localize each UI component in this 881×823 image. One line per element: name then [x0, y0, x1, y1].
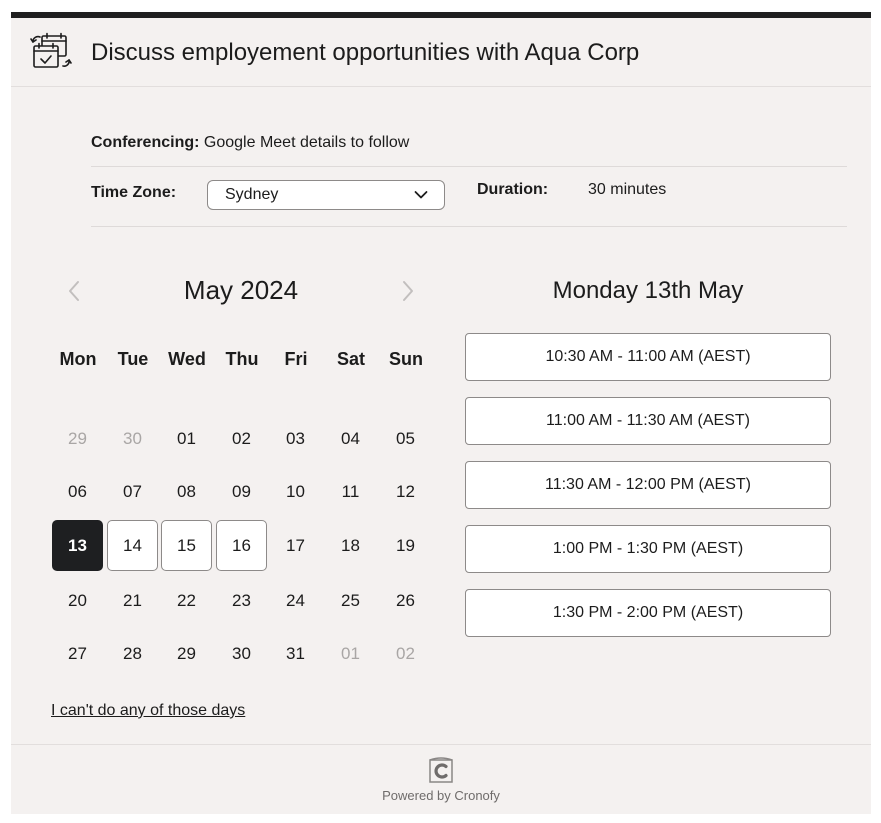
calendar-day: 22 — [177, 591, 196, 610]
calendar-day: 08 — [177, 482, 196, 501]
time-slot-button[interactable]: 10:30 AM - 11:00 AM (AEST) — [465, 333, 831, 381]
time-slot-button[interactable]: 1:00 PM - 1:30 PM (AEST) — [465, 525, 831, 573]
calendar-day-selected[interactable]: 13 — [52, 520, 103, 571]
calendar-day: 31 — [286, 644, 305, 663]
timezone-label: Time Zone: — [91, 184, 177, 201]
calendar-day: 30 — [232, 644, 251, 663]
calendar-day: 26 — [396, 591, 415, 610]
time-slot-button[interactable]: 11:00 AM - 11:30 AM (AEST) — [465, 397, 831, 445]
booking-card: Discuss employement opportunities with A… — [11, 12, 871, 814]
timezone-value: Sydney — [225, 186, 279, 203]
chevron-down-icon — [414, 191, 428, 199]
calendar-day: 24 — [286, 591, 305, 610]
calendar-day: 11 — [341, 482, 360, 501]
event-details: Conferencing: Google Meet details to fol… — [91, 121, 847, 227]
calendar-day: 20 — [68, 591, 87, 610]
calendar-day: 02 — [396, 644, 415, 663]
calendar-day: 23 — [232, 591, 251, 610]
weekday-header: Sat — [336, 349, 365, 369]
calendar-day[interactable]: 16 — [216, 520, 267, 571]
calendar-day: 05 — [396, 429, 415, 448]
calendar-reschedule-icon — [30, 32, 72, 68]
weekday-header: Thu — [225, 349, 259, 369]
weekday-header: Mon — [59, 349, 97, 369]
selected-day-title: Monday 13th May — [552, 277, 744, 304]
conferencing-value: Google Meet details to follow — [203, 134, 410, 151]
calendar-day: 17 — [286, 536, 305, 555]
header: Discuss employement opportunities with A… — [11, 18, 871, 87]
calendar-day[interactable]: 14 — [107, 520, 158, 571]
calendar-day: 29 — [177, 644, 196, 663]
weekday-header: Fri — [284, 349, 308, 369]
calendar-day: 19 — [396, 536, 415, 555]
powered-by-text: Powered by Cronofy — [382, 788, 500, 803]
calendar-day: 09 — [232, 482, 251, 501]
calendar-day: 02 — [232, 429, 251, 448]
calendar-day: 10 — [286, 482, 305, 501]
month-label: May 2024 — [183, 275, 299, 305]
calendar-day: 12 — [396, 482, 415, 501]
calendar-day: 06 — [68, 482, 87, 501]
calendar-day: 30 — [123, 429, 142, 448]
time-slot-button[interactable]: 11:30 AM - 12:00 PM (AEST) — [465, 461, 831, 509]
weekday-header: Tue — [117, 349, 149, 369]
weekday-header: Sun — [389, 349, 423, 369]
conferencing-row: Conferencing: Google Meet details to fol… — [91, 121, 847, 167]
cant-do-days-link[interactable]: I can't do any of those days — [51, 702, 245, 720]
duration-value: 30 minutes — [588, 181, 667, 198]
calendar-day: 28 — [123, 644, 142, 663]
calendar-day: 21 — [123, 591, 142, 610]
calendar-day: 04 — [341, 429, 360, 448]
page-title: Discuss employement opportunities with A… — [91, 39, 640, 66]
conferencing-label: Conferencing: — [91, 134, 200, 151]
calendar-day[interactable]: 15 — [161, 520, 212, 571]
calendar-day: 27 — [68, 644, 87, 663]
timezone-duration-row: Time Zone: Sydney Duration: 30 minutes — [91, 167, 847, 227]
calendar-day: 18 — [341, 536, 360, 555]
cronofy-logo-icon — [429, 757, 453, 783]
calendar-day: 29 — [68, 429, 87, 448]
footer: Powered by Cronofy — [11, 744, 871, 814]
time-slots: Monday 13th May 10:30 AM - 11:00 AM (AES… — [465, 274, 831, 637]
calendar-day: 25 — [341, 591, 360, 610]
chevron-right-icon[interactable] — [398, 278, 418, 304]
calendar-day: 07 — [123, 482, 142, 501]
calendar-day: 01 — [341, 644, 360, 663]
calendar-day: 03 — [286, 429, 305, 448]
duration-label: Duration: — [477, 181, 549, 198]
weekday-header: Wed — [168, 349, 206, 369]
time-slot-button[interactable]: 1:30 PM - 2:00 PM (AEST) — [465, 589, 831, 637]
timezone-select[interactable]: Sydney — [207, 180, 445, 210]
calendar-day: 01 — [177, 429, 196, 448]
